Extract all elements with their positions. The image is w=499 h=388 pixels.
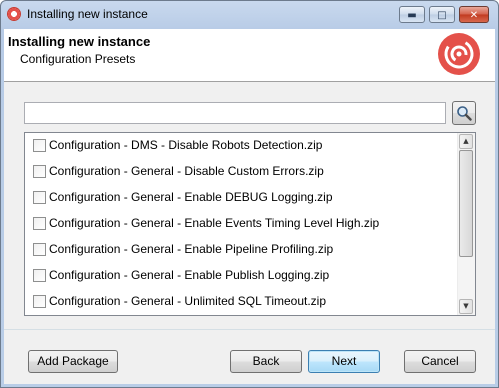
scroll-up-arrow-icon[interactable]: ▲ xyxy=(459,134,473,149)
dialog-body: Installing new instance Configuration Pr… xyxy=(4,29,495,384)
installer-window: Installing new instance ▬ □ ✕ Installing… xyxy=(0,0,499,388)
minimize-button[interactable]: ▬ xyxy=(399,6,425,23)
search-input[interactable] xyxy=(24,102,446,124)
sitecore-logo-icon xyxy=(7,7,21,21)
preset-checkbox[interactable] xyxy=(33,139,46,152)
search-button[interactable] xyxy=(452,101,476,125)
preset-checkbox[interactable] xyxy=(33,243,46,256)
maximize-button[interactable]: □ xyxy=(429,6,455,23)
footer-divider xyxy=(4,329,495,330)
preset-label: Configuration - General - Enable Publish… xyxy=(49,268,330,282)
scrollbar-thumb[interactable] xyxy=(459,150,473,257)
list-item[interactable]: Configuration - General - Enable DEBUG L… xyxy=(25,185,457,211)
page-subtitle: Configuration Presets xyxy=(20,52,136,66)
preset-label: Configuration - General - Enable Pipelin… xyxy=(49,242,334,256)
scroll-down-arrow-icon[interactable]: ▼ xyxy=(459,299,473,314)
next-button[interactable]: Next xyxy=(308,350,380,373)
list-item[interactable]: Configuration - General - Enable Events … xyxy=(25,211,457,237)
sitecore-logo-icon xyxy=(438,33,480,75)
preset-list[interactable]: Configuration - DMS - Disable Robots Det… xyxy=(24,132,476,316)
maximize-icon: □ xyxy=(437,10,447,21)
preset-checkbox[interactable] xyxy=(33,165,46,178)
preset-checkbox[interactable] xyxy=(33,217,46,230)
page-title: Installing new instance xyxy=(8,34,151,49)
list-item[interactable]: Configuration - General - Enable Publish… xyxy=(25,263,457,289)
close-button[interactable]: ✕ xyxy=(459,6,489,23)
list-item[interactable]: Configuration - General - Disable Custom… xyxy=(25,159,457,185)
magnifier-icon xyxy=(457,106,472,121)
vertical-scrollbar[interactable]: ▲ ▼ xyxy=(457,133,475,315)
window-title: Installing new instance xyxy=(27,7,148,21)
preset-label: Configuration - DMS - Disable Robots Det… xyxy=(49,138,323,152)
list-item[interactable]: Configuration - DMS - Disable Robots Det… xyxy=(25,133,457,159)
wizard-header: Installing new instance Configuration Pr… xyxy=(4,29,495,82)
preset-checkbox[interactable] xyxy=(33,269,46,282)
preset-label: Configuration - General - Enable Events … xyxy=(49,216,380,230)
preset-checkbox[interactable] xyxy=(33,191,46,204)
list-item[interactable]: Configuration - General - Enable Pipelin… xyxy=(25,237,457,263)
preset-checkbox[interactable] xyxy=(33,295,46,308)
minimize-icon: ▬ xyxy=(407,10,417,21)
title-bar[interactable]: Installing new instance ▬ □ ✕ xyxy=(1,1,498,29)
add-package-button[interactable]: Add Package xyxy=(28,350,118,373)
cancel-button[interactable]: Cancel xyxy=(404,350,476,373)
preset-label: Configuration - General - Unlimited SQL … xyxy=(49,294,327,308)
list-item[interactable]: Configuration - General - Unlimited SQL … xyxy=(25,289,457,315)
back-button[interactable]: Back xyxy=(230,350,302,373)
preset-label: Configuration - General - Disable Custom… xyxy=(49,164,324,178)
close-icon: ✕ xyxy=(469,10,479,21)
preset-label: Configuration - General - Enable DEBUG L… xyxy=(49,190,333,204)
